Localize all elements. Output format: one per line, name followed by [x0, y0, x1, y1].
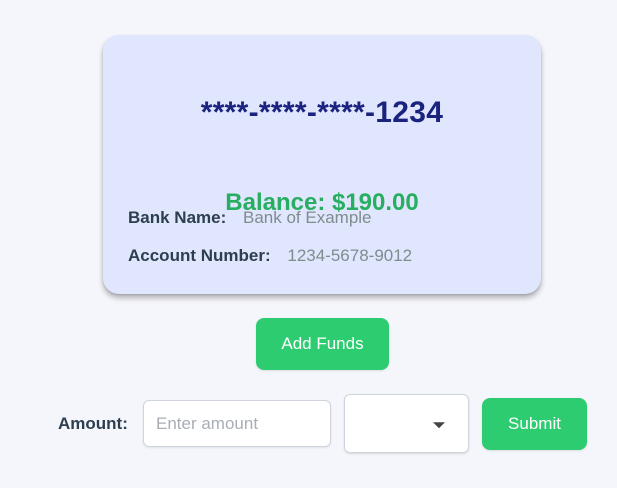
submit-button[interactable]: Submit — [482, 398, 587, 450]
account-number-value: 1234-5678-9012 — [287, 246, 413, 265]
account-number-row: Account Number: 1234-5678-9012 — [128, 246, 412, 266]
bank-name-value: Bank of Example — [243, 208, 372, 227]
type-select[interactable] — [344, 394, 469, 453]
add-funds-button[interactable]: Add Funds — [256, 318, 389, 370]
account-number-label: Account Number: — [128, 246, 271, 265]
bank-name-label: Bank Name: — [128, 208, 227, 227]
bank-name-row: Bank Name: Bank of Example — [128, 208, 372, 228]
amount-input[interactable] — [143, 400, 331, 447]
masked-card-number: ****-****-****-1234 — [200, 96, 444, 129]
chevron-down-icon — [433, 421, 445, 428]
card-panel: ****-****-****-1234 Balance: $190.00 Ban… — [103, 35, 541, 294]
amount-label: Amount: — [58, 414, 128, 433]
